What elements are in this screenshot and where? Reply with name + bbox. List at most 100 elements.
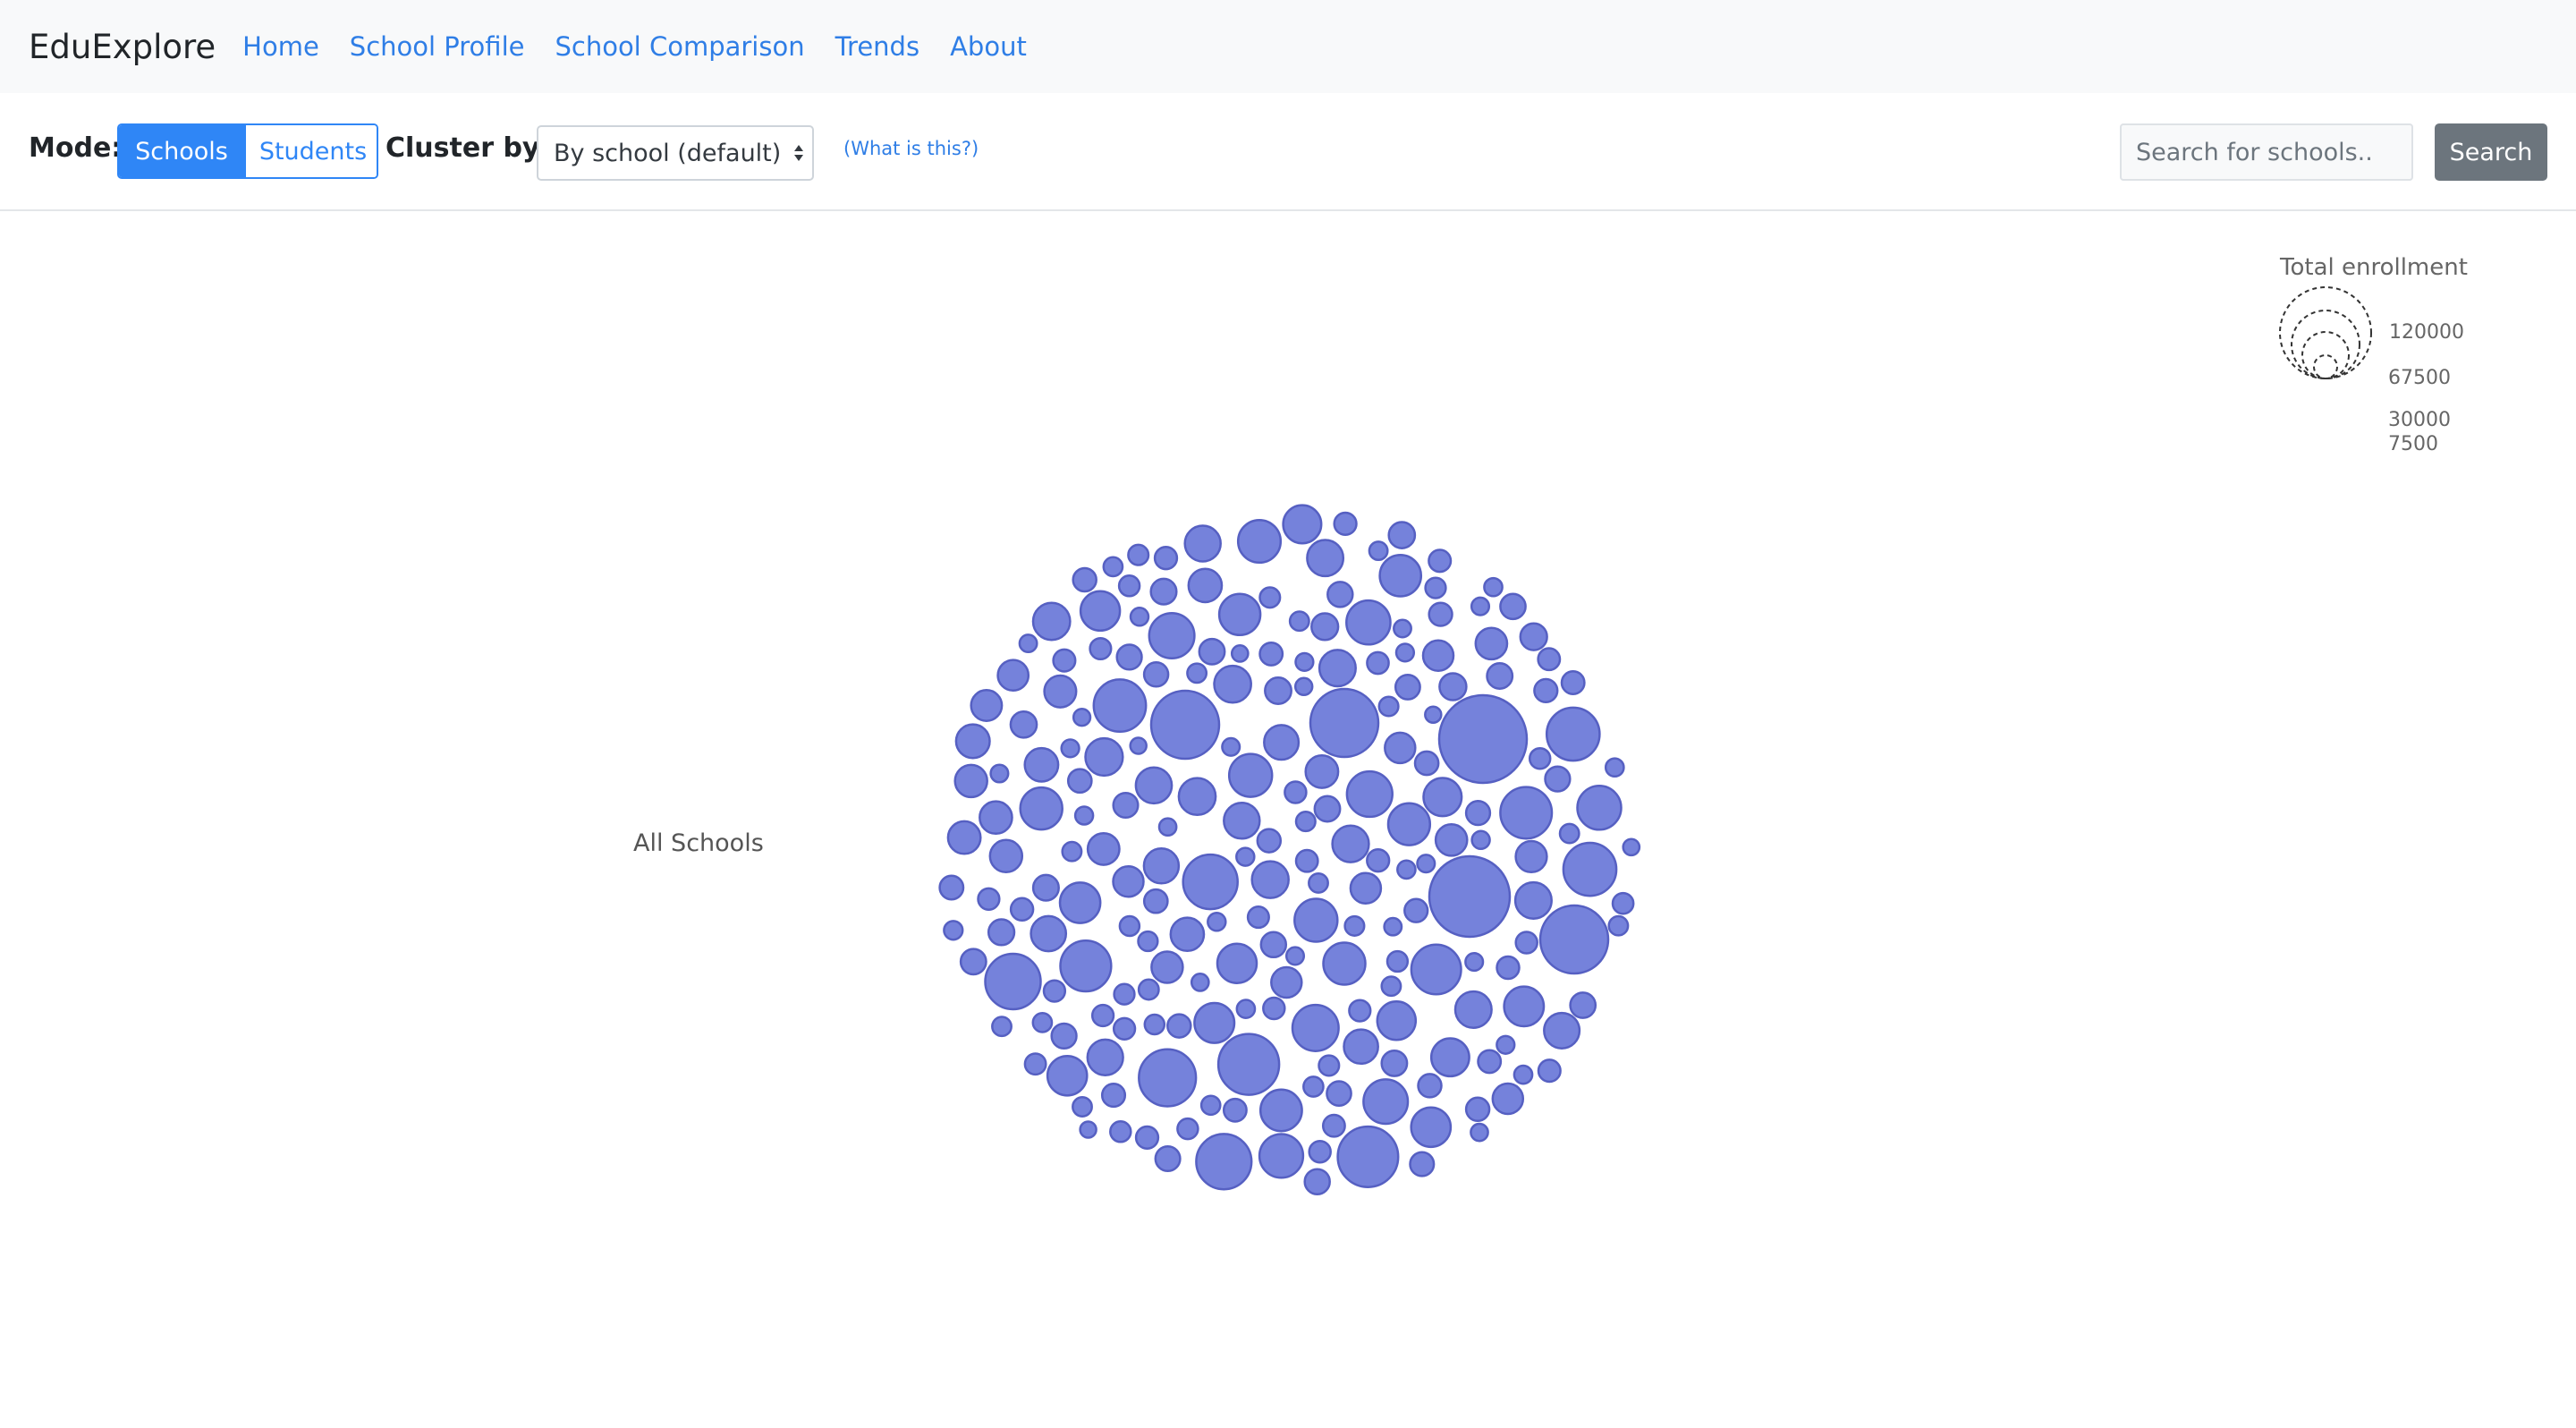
school-bubble[interactable] (1349, 871, 1383, 905)
school-bubble[interactable] (1031, 1012, 1054, 1033)
school-bubble[interactable] (1115, 643, 1143, 671)
school-bubble[interactable] (1061, 840, 1083, 863)
school-bubble[interactable] (1293, 897, 1339, 943)
school-bubble[interactable] (1142, 847, 1181, 885)
school-bubble[interactable] (1393, 618, 1412, 639)
school-bubble[interactable] (954, 723, 991, 760)
school-bubble[interactable] (1187, 567, 1224, 604)
school-bubble[interactable] (1193, 1001, 1236, 1044)
school-bubble[interactable] (1263, 724, 1301, 761)
school-bubble[interactable] (1413, 750, 1440, 777)
school-bubble[interactable] (1023, 746, 1060, 783)
school-bubble[interactable] (1259, 931, 1288, 959)
school-bubble[interactable] (1270, 965, 1303, 999)
school-bubble[interactable] (1306, 539, 1345, 578)
school-bubble[interactable] (1288, 610, 1310, 633)
school-bubble[interactable] (1221, 736, 1241, 757)
school-bubble[interactable] (1052, 648, 1077, 673)
school-bubble[interactable] (1284, 780, 1308, 804)
school-bubble[interactable] (1496, 955, 1521, 981)
school-bubble[interactable] (1302, 1075, 1325, 1098)
school-bubble[interactable] (1326, 1080, 1352, 1107)
school-bubble[interactable] (1258, 586, 1282, 609)
school-bubble[interactable] (1345, 599, 1392, 646)
school-bubble[interactable] (1545, 706, 1601, 762)
school-bubble[interactable] (959, 948, 987, 976)
school-bubble[interactable] (1486, 662, 1514, 690)
school-bubble[interactable] (1143, 1013, 1166, 1036)
school-bubble[interactable] (1030, 914, 1068, 953)
school-bubble[interactable] (1176, 1117, 1199, 1141)
school-bubble[interactable] (1154, 1144, 1182, 1173)
school-bubble[interactable] (1195, 1133, 1253, 1191)
school-bubble[interactable] (1464, 952, 1485, 973)
school-bubble[interactable] (1604, 757, 1625, 778)
school-bubble[interactable] (1394, 673, 1421, 701)
school-bubble[interactable] (1380, 1049, 1409, 1077)
school-bubble[interactable] (1607, 914, 1630, 937)
school-bubble[interactable] (1250, 860, 1290, 899)
school-bubble[interactable] (1009, 897, 1035, 922)
school-bubble[interactable] (1362, 1078, 1410, 1126)
school-bubble[interactable] (1464, 1096, 1491, 1123)
school-bubble[interactable] (1031, 601, 1072, 642)
school-bubble[interactable] (1386, 802, 1432, 846)
school-bubble[interactable] (1410, 943, 1462, 996)
school-bubble[interactable] (1453, 990, 1493, 1029)
school-bubble[interactable] (943, 920, 964, 941)
school-bubble[interactable] (1569, 991, 1597, 1019)
school-bubble[interactable] (1396, 859, 1417, 880)
school-bubble[interactable] (1079, 590, 1122, 633)
school-bubble[interactable] (1127, 543, 1150, 566)
school-bubble[interactable] (1284, 946, 1306, 966)
school-bubble[interactable] (1149, 689, 1221, 761)
school-bubble[interactable] (1236, 518, 1283, 565)
school-bubble[interactable] (996, 659, 1030, 693)
school-bubble[interactable] (991, 1016, 1013, 1038)
school-bubble[interactable] (1258, 641, 1284, 667)
school-bubble[interactable] (1428, 601, 1453, 627)
school-bubble[interactable] (1380, 975, 1402, 998)
school-bubble[interactable] (1513, 1064, 1534, 1085)
school-bubble[interactable] (970, 689, 1004, 722)
school-bubble[interactable] (1084, 736, 1124, 778)
school-bubble[interactable] (1528, 746, 1552, 770)
school-bubble[interactable] (1043, 674, 1078, 709)
school-bubble[interactable] (1102, 556, 1124, 578)
school-bubble[interactable] (1092, 678, 1148, 734)
school-bubble[interactable] (1216, 942, 1258, 984)
school-bubble[interactable] (1368, 540, 1389, 562)
school-bubble[interactable] (1129, 607, 1150, 627)
school-bubble[interactable] (989, 763, 1010, 784)
school-bubble[interactable] (1470, 1122, 1489, 1143)
school-bubble[interactable] (1428, 854, 1512, 939)
school-bubble[interactable] (1086, 831, 1121, 866)
school-bubble[interactable] (1383, 916, 1403, 937)
school-bubble[interactable] (953, 763, 988, 799)
school-bubble[interactable] (1050, 1022, 1078, 1050)
school-bubble[interactable] (1417, 1073, 1443, 1099)
school-bubble[interactable] (1611, 891, 1635, 915)
school-bubble[interactable] (1544, 765, 1572, 793)
school-bubble[interactable] (1213, 664, 1252, 704)
school-bubble[interactable] (1310, 612, 1340, 642)
school-bubble[interactable] (1169, 916, 1206, 953)
school-bubble[interactable] (1031, 873, 1060, 902)
school-bubble[interactable] (1059, 939, 1113, 993)
school-bubble[interactable] (1023, 1052, 1047, 1076)
school-bubble[interactable] (1118, 914, 1141, 938)
school-bubble[interactable] (1560, 670, 1586, 695)
school-bubble[interactable] (1046, 1054, 1089, 1097)
school-bubble[interactable] (1537, 647, 1562, 672)
school-bubble[interactable] (1217, 592, 1262, 637)
school-bubble[interactable] (1072, 708, 1092, 727)
school-bubble[interactable] (1387, 521, 1417, 549)
school-bubble[interactable] (1019, 786, 1063, 831)
school-bubble[interactable] (1089, 636, 1113, 661)
school-bubble[interactable] (1258, 1088, 1303, 1133)
school-bubble[interactable] (1112, 1016, 1137, 1041)
school-bubble[interactable] (1258, 1133, 1305, 1179)
school-bubble[interactable] (1562, 841, 1618, 897)
school-bubble[interactable] (1428, 548, 1453, 574)
school-bubble[interactable] (1309, 687, 1380, 759)
